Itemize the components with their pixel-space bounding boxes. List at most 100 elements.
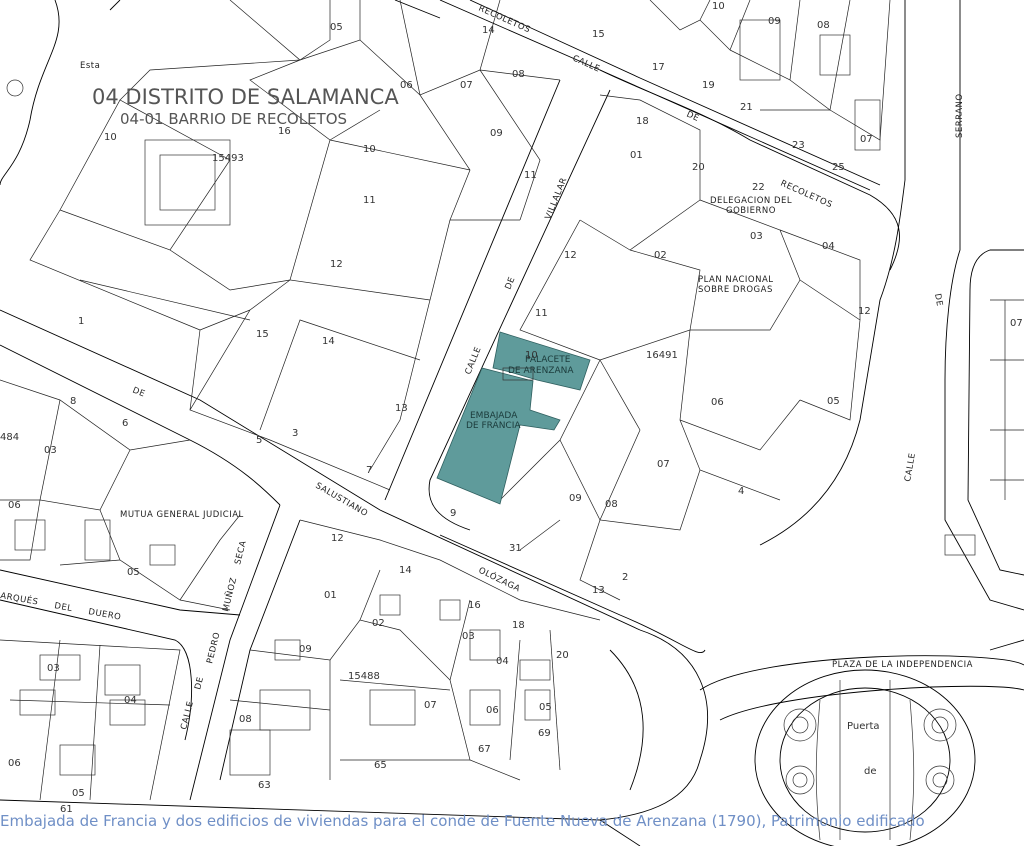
lot-label: 09 <box>569 493 582 504</box>
street-number: 9 <box>450 508 456 519</box>
street-number: 8 <box>70 396 76 407</box>
lot-label: 09 <box>299 644 312 655</box>
lot-label: 04 <box>496 656 509 667</box>
lot-label: 15493 <box>212 153 244 164</box>
barrio-title: 04-01 BARRIO DE RECOLETOS <box>120 110 347 128</box>
street-number: 10 <box>104 132 117 143</box>
street-pedro: PEDRO <box>205 631 222 665</box>
lot-label: 12 <box>330 259 343 270</box>
lot-label: 02 <box>654 250 667 261</box>
lot-label: 10 <box>712 1 725 12</box>
lot-label: 05 <box>330 22 343 33</box>
street-calle-east: CALLE <box>903 452 918 482</box>
lot-label: 10 <box>525 350 538 361</box>
street-number: 7 <box>366 465 372 476</box>
lot-label: 09 <box>768 16 781 27</box>
lot-label: 08 <box>817 20 830 31</box>
lot-label: 09 <box>490 128 503 139</box>
lot-label: 10 <box>363 144 376 155</box>
lot-label: 03 <box>462 631 475 642</box>
street-number: 14 <box>482 25 495 36</box>
street-number: 18 <box>512 620 525 631</box>
street-number: 11 <box>524 170 537 181</box>
label-mutua: MUTUA GENERAL JUDICIAL <box>120 510 244 520</box>
lot-label: 05 <box>827 396 840 407</box>
street-duero: DUERO <box>87 607 121 623</box>
label-embajada: EMBAJADA DE FRANCIA <box>466 411 521 431</box>
street-esta: Esta <box>80 61 100 71</box>
lot-label: 06 <box>711 397 724 408</box>
street-number: 13 <box>592 585 605 596</box>
lot-label: 14 <box>399 565 412 576</box>
lot-label: 12 <box>331 533 344 544</box>
street-calle-top: CALLE <box>571 54 602 75</box>
street-number: 6 <box>122 418 128 429</box>
street-number: 20 <box>556 650 569 661</box>
lot-label: 08 <box>512 69 525 80</box>
lot-label: 07 <box>424 700 437 711</box>
street-pedro-de: DE <box>193 676 206 691</box>
lot-label: 01 <box>630 150 643 161</box>
lot-label: 14 <box>322 336 335 347</box>
lot-label: 06 <box>486 705 499 716</box>
street-number: 65 <box>374 760 387 771</box>
street-de-top: DE <box>685 110 701 124</box>
lot-label: 07 <box>860 134 873 145</box>
street-number: 69 <box>538 728 551 739</box>
lot-label: 11 <box>363 195 376 206</box>
lot-label: 16491 <box>646 350 678 361</box>
label-delegacion: DELEGACION DEL GOBIERNO <box>710 196 792 216</box>
lot-label: 08 <box>605 499 618 510</box>
street-villalar-de: DE <box>504 275 518 291</box>
lot-label: 06 <box>400 80 413 91</box>
lot-label: 13 <box>395 403 408 414</box>
street-villalar: VILLALAR <box>544 176 570 221</box>
lot-label: 01 <box>324 590 337 601</box>
lot-label: 04 <box>124 695 137 706</box>
lot-label: 07 <box>460 80 473 91</box>
lot-label: 16 <box>278 126 291 137</box>
label-palacete-2: DE ARENZANA <box>508 366 574 376</box>
street-number: 18 <box>636 116 649 127</box>
street-number: 31 <box>509 543 522 554</box>
lot-label: 12 <box>564 250 577 261</box>
lot-label: 05 <box>127 567 140 578</box>
lot-label: 08 <box>239 714 252 725</box>
lot-label: 03 <box>750 231 763 242</box>
lot-label: 02 <box>372 618 385 629</box>
cadastral-map[interactable]: 04 DISTRITO DE SALAMANCA 04-01 BARRIO DE… <box>0 0 1024 846</box>
street-number: 20 <box>692 162 705 173</box>
lot-label: 06 <box>8 500 21 511</box>
street-number: 4 <box>738 486 744 497</box>
street-number: 1 <box>78 316 84 327</box>
street-number: 17 <box>652 62 665 73</box>
lot-label: 03 <box>44 445 57 456</box>
district-title: 04 DISTRITO DE SALAMANCA <box>92 85 399 109</box>
lot-label: 07 <box>1010 318 1023 329</box>
street-number: 21 <box>740 102 753 113</box>
label-puerta-de: de <box>864 766 877 777</box>
lot-label: 05 <box>539 702 552 713</box>
street-number: 23 <box>792 140 805 151</box>
street-seca: SECA <box>233 540 249 566</box>
label-plan-nacional: PLAN NACIONAL SOBRE DROGAS <box>698 275 774 295</box>
lot-label: 15488 <box>348 671 380 682</box>
street-number: 22 <box>752 182 765 193</box>
street-number: 19 <box>702 80 715 91</box>
map-caption: Embajada de Francia y dos edificios de v… <box>0 812 925 830</box>
street-munoz: MUÑOZ <box>220 576 239 613</box>
lot-label: 07 <box>657 459 670 470</box>
label-puerta: Puerta <box>847 721 880 732</box>
lot-label: 06 <box>8 758 21 769</box>
street-del: DEL <box>53 601 73 614</box>
street-de-east: DE <box>932 293 944 307</box>
street-number: 3 <box>292 428 298 439</box>
label-plaza: PLAZA DE LA INDEPENDENCIA <box>832 660 973 670</box>
street-de-west: DE <box>131 386 147 400</box>
lot-label: 03 <box>47 663 60 674</box>
street-number: 16 <box>468 600 481 611</box>
lot-label: 05 <box>72 788 85 799</box>
embajada-de-francia-parcel[interactable] <box>436 367 561 505</box>
lot-label: 15 <box>256 329 269 340</box>
lot-label: 11 <box>535 308 548 319</box>
